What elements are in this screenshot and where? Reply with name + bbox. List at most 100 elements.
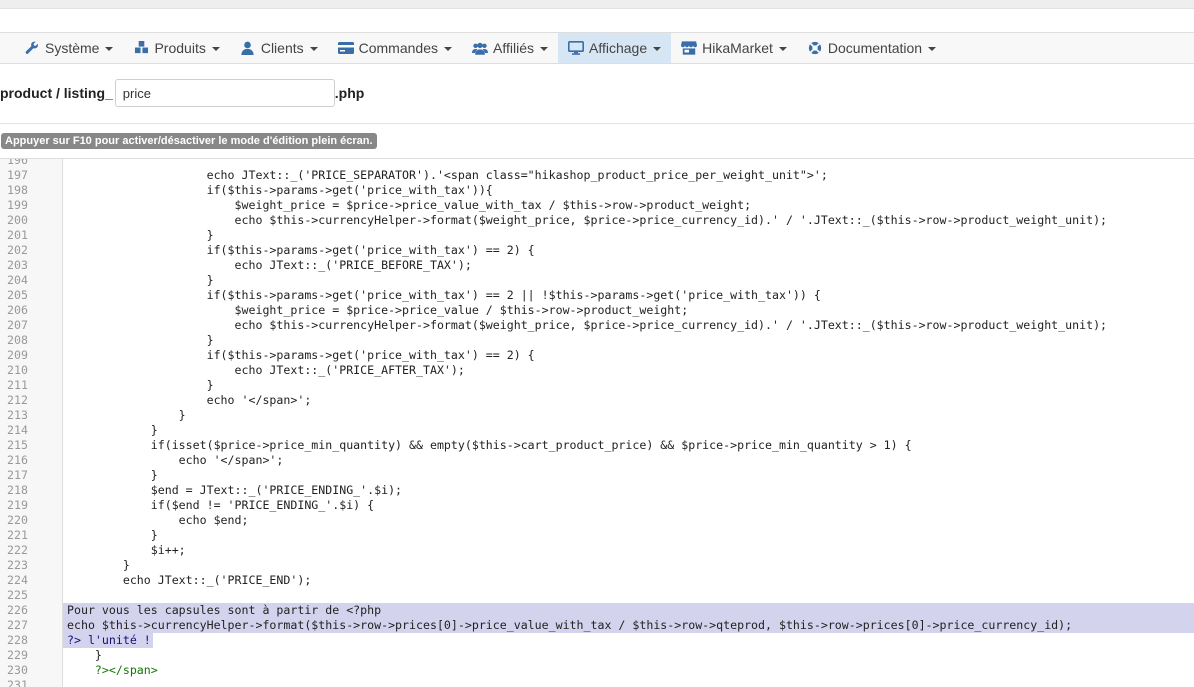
code-line[interactable]: 225 [0,588,1194,603]
line-number: 206 [7,303,28,317]
code-line[interactable]: 215 if(isset($price->price_min_quantity)… [0,438,1194,453]
caret-down-icon [105,47,114,51]
nav-label: Documentation [827,40,923,56]
cubes-icon [133,40,149,56]
nav-hikamarket[interactable]: HikaMarket [671,33,797,63]
code-line[interactable]: 202 if($this->params->get('price_with_ta… [0,243,1194,258]
code-line[interactable]: 221 } [0,528,1194,543]
code-text: ?> l'unité ! [67,633,151,647]
caret-down-icon [928,47,937,51]
code-text: } [67,423,158,437]
line-number: 221 [7,528,28,542]
code-line[interactable]: 223 } [0,558,1194,573]
code-text: } [67,408,186,422]
line-number: 212 [7,393,28,407]
line-number: 215 [7,438,28,452]
code-line[interactable]: 227 echo $this->currencyHelper->format($t… [0,618,1194,633]
line-number: 228 [7,633,28,647]
line-number: 203 [7,258,28,272]
code-line[interactable]: 208 } [0,333,1194,348]
code-line[interactable]: 203 echo JText::_('PRICE_BEFORE_TAX'); [0,258,1194,273]
nav-documentation[interactable]: Documentation [797,33,946,63]
line-number: 202 [7,243,28,257]
code-line[interactable]: 200 echo $this->currencyHelper->format($… [0,213,1194,228]
line-number: 204 [7,273,28,287]
code-line[interactable]: 219 if($end != 'PRICE_ENDING_'.$i) { [0,498,1194,513]
line-number: 227 [7,618,28,632]
line-number: 216 [7,453,28,467]
code-line[interactable]: 206 $weight_price = $price->price_value … [0,303,1194,318]
nav-clients[interactable]: Clients [230,33,328,63]
code-line[interactable]: 199 $weight_price = $price->price_value_… [0,198,1194,213]
line-number: 205 [7,288,28,302]
code-line[interactable]: 201 } [0,228,1194,243]
store-icon [681,40,698,56]
code-text: if(isset($price->price_min_quantity) && … [67,438,912,452]
line-number: 198 [7,183,28,197]
line-number: 218 [7,483,28,497]
code-line[interactable]: 211 } [0,378,1194,393]
caret-down-icon [653,47,662,51]
code-line[interactable]: 220 echo $end; [0,513,1194,528]
code-text: } [67,528,158,542]
code-line[interactable]: 224 echo JText::_('PRICE_END'); [0,573,1194,588]
code-line[interactable]: 228 ?> l'unité ! [0,633,1194,648]
nav-commandes[interactable]: Commandes [328,33,462,63]
code-line[interactable]: 196 [0,159,1194,168]
code-line[interactable]: 197 echo JText::_('PRICE_SEPARATOR').'<s… [0,168,1194,183]
nav-systeme[interactable]: Système [14,33,123,63]
line-number: 224 [7,573,28,587]
nav-label: Système [45,40,100,56]
line-number: 208 [7,333,28,347]
code-text: echo $end; [67,513,249,527]
nav-affichage[interactable]: Affichage [557,33,672,63]
users-icon [472,40,488,56]
filename-input[interactable] [114,79,335,107]
code-line[interactable]: 231 [0,678,1194,687]
line-number: 199 [7,198,28,212]
code-text: if($end != 'PRICE_ENDING_'.$i) { [67,498,375,512]
code-text: } [67,333,214,347]
code-text: } [67,558,130,572]
code-text: if($this->params->get('price_with_tax') … [67,243,535,257]
line-number: 217 [7,468,28,482]
nav-label: Clients [260,40,304,56]
code-line[interactable]: 217 } [0,468,1194,483]
code-text: echo '</span>'; [67,453,284,467]
file-prefix: product / listing_ [0,85,113,101]
code-editor[interactable]: 196 197 echo JText::_('PRICE_SEPARATOR').… [0,159,1194,687]
code-line[interactable]: 214 } [0,423,1194,438]
code-text: $weight_price = $price->price_value / $t… [67,303,689,317]
code-line[interactable]: 213 } [0,408,1194,423]
caret-down-icon [539,47,548,51]
code-line[interactable]: 229 } [0,648,1194,663]
code-line[interactable]: 216 echo '</span>'; [0,453,1194,468]
code-text: ?></span> [67,663,158,677]
code-line[interactable]: 204 } [0,273,1194,288]
code-text: echo JText::_('PRICE_SEPARATOR').'<span … [67,168,828,182]
code-line[interactable]: 207 echo $this->currencyHelper->format($… [0,318,1194,333]
code-text: if($this->params->get('price_with_tax') … [67,348,535,362]
code-line[interactable]: 226 Pour vous les capsules sont à partir … [0,603,1194,618]
code-lines: 196 197 echo JText::_('PRICE_SEPARATOR').… [0,159,1194,687]
nav-label: Affichage [588,40,648,56]
code-line[interactable]: 209 if($this->params->get('price_with_ta… [0,348,1194,363]
nav-produits[interactable]: Produits [123,33,229,63]
code-line[interactable]: 210 echo JText::_('PRICE_AFTER_TAX'); [0,363,1194,378]
monitor-icon [567,40,584,56]
nav-label: Affiliés [493,40,534,56]
code-text: if($this->params->get('price_with_tax') … [67,288,821,302]
code-line[interactable]: 218 $end = JText::_('PRICE_ENDING_'.$i); [0,483,1194,498]
code-line[interactable]: 198 if($this->params->get('price_with_ta… [0,183,1194,198]
caret-down-icon [778,47,787,51]
code-line[interactable]: 230 ?></span> [0,663,1194,678]
nav-label: HikaMarket [702,40,773,56]
nav-affilies[interactable]: Affiliés [462,33,558,63]
line-number: 230 [7,663,28,677]
code-line[interactable]: 222 $i++; [0,543,1194,558]
code-text: if($this->params->get('price_with_tax'))… [67,183,493,197]
nav-label: Produits [154,40,206,56]
code-line[interactable]: 212 echo '</span>'; [0,393,1194,408]
code-text: } [67,648,102,662]
code-line[interactable]: 205 if($this->params->get('price_with_ta… [0,288,1194,303]
